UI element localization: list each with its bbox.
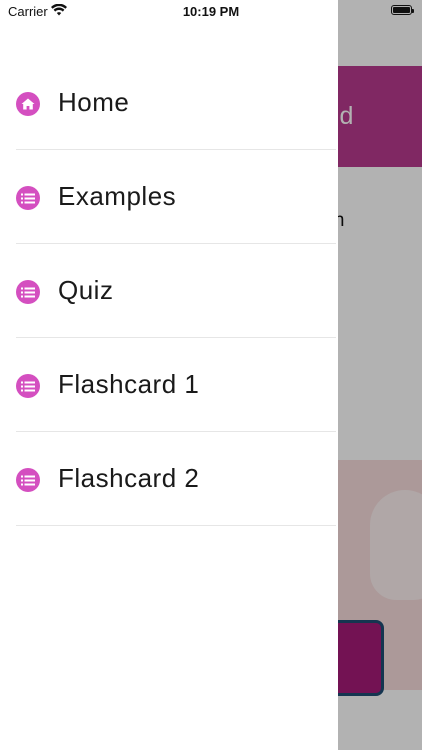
menu-item-flashcard-1[interactable]: Flashcard 1 [16, 338, 336, 432]
menu-item-label: Examples [58, 181, 177, 211]
status-bar: Carrier 10:19 PM [0, 0, 422, 24]
list-icon [16, 186, 40, 210]
menu-item-quiz[interactable]: Quiz [16, 244, 336, 338]
list-icon [16, 374, 40, 398]
home-icon [16, 92, 40, 116]
menu-item-flashcard-2[interactable]: Flashcard 2 [16, 432, 336, 526]
menu-item-label: Quiz [58, 275, 114, 305]
menu-item-label: Home [58, 87, 130, 117]
menu-item-examples[interactable]: Examples [16, 150, 336, 244]
drawer-menu: Home Examples Quiz Flashcard 1 Flashcard… [0, 56, 338, 526]
battery-icon [391, 5, 414, 15]
side-drawer: Home Examples Quiz Flashcard 1 Flashcard… [0, 0, 338, 750]
menu-item-home[interactable]: Home [16, 56, 336, 150]
menu-item-label: Flashcard 1 [58, 369, 200, 399]
list-icon [16, 468, 40, 492]
menu-item-label: Flashcard 2 [58, 463, 200, 493]
list-icon [16, 280, 40, 304]
clock: 10:19 PM [182, 4, 240, 19]
